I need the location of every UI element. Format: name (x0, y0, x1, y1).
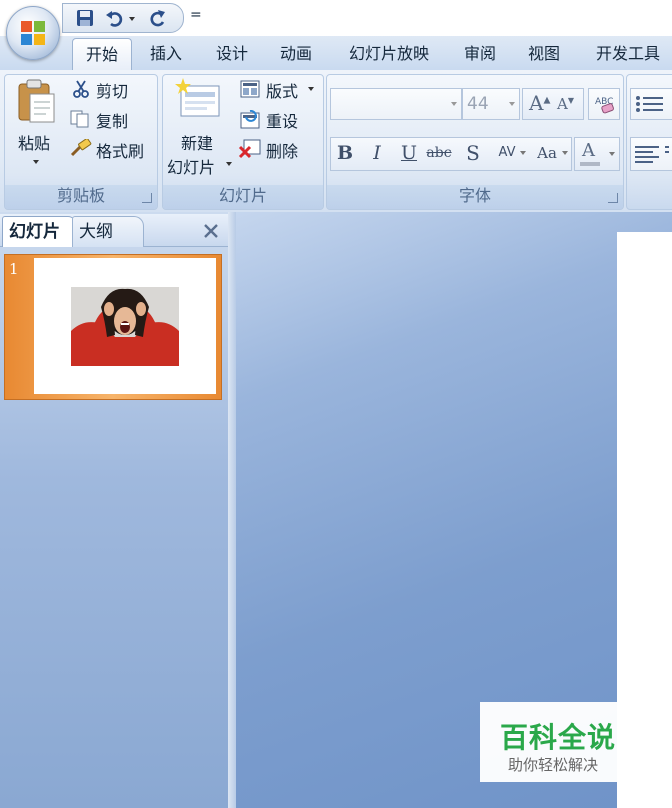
paste-icon[interactable] (16, 78, 58, 124)
text-shadow-button[interactable]: S (460, 139, 486, 167)
watermark-title: 百科全说 (500, 721, 617, 754)
current-slide[interactable] (617, 232, 672, 808)
tab-review[interactable]: 审阅 (452, 38, 508, 70)
new-slide-icon[interactable] (175, 78, 221, 120)
clipboard-group-label: 剪贴板 (5, 185, 157, 209)
bold-button[interactable]: B (332, 139, 358, 167)
watermark-subtitle: 助你轻松解决 (508, 756, 599, 774)
character-spacing-button[interactable]: AV (490, 139, 524, 167)
clear-formatting-icon: ABC (595, 97, 614, 114)
tab-slides[interactable]: 幻灯片 (2, 216, 76, 247)
undo-dropdown-icon[interactable] (127, 8, 137, 28)
slides-group-label: 幻灯片 (163, 185, 323, 209)
tab-view[interactable]: 视图 (516, 38, 572, 70)
delete-slide-icon[interactable] (238, 139, 262, 159)
format-painter-button[interactable]: 格式刷 (96, 138, 144, 162)
quick-access-more-icon[interactable]: = (190, 7, 202, 23)
pane-splitter[interactable] (228, 212, 236, 808)
clear-formatting-button[interactable]: ABC (588, 88, 620, 120)
change-case-button[interactable]: Aa (532, 139, 562, 167)
font-size-dropdown-icon[interactable] (509, 102, 515, 106)
font-color-dropdown-icon[interactable] (609, 152, 615, 156)
delete-slide-button[interactable]: 删除 (266, 138, 298, 162)
quick-access-toolbar (62, 3, 184, 33)
tab-developer[interactable]: 开发工具 (584, 38, 672, 70)
reset-button[interactable]: 重设 (266, 108, 298, 132)
layout-dropdown-icon[interactable] (308, 87, 314, 91)
change-case-dropdown-icon[interactable] (562, 151, 568, 155)
font-color-swatch (580, 162, 600, 166)
save-icon[interactable] (75, 8, 95, 28)
tab-outline[interactable]: 大纲 (72, 216, 144, 247)
close-pane-icon[interactable] (200, 220, 222, 242)
tab-insert[interactable]: 插入 (138, 38, 194, 70)
font-size-combobox[interactable]: 44 (462, 88, 520, 120)
clipboard-dialog-launcher-icon[interactable] (142, 193, 152, 203)
strikethrough-button[interactable]: abc (426, 139, 452, 167)
layout-button[interactable]: 版式 (266, 78, 298, 102)
tab-home[interactable]: 开始 (72, 38, 132, 71)
tab-slide-show[interactable]: 幻灯片放映 (334, 38, 444, 70)
font-name-dropdown-icon[interactable] (451, 102, 457, 106)
new-slide-label-line1[interactable]: 新建 (181, 130, 213, 154)
new-slide-button[interactable]: 幻灯片 (167, 154, 215, 178)
redo-icon[interactable] (147, 8, 167, 28)
office-logo-icon (21, 21, 45, 45)
font-color-icon: A (582, 140, 595, 161)
tab-design[interactable]: 设计 (204, 38, 260, 70)
watermark: 百科全说 助你轻松解决 (480, 702, 625, 782)
layout-icon[interactable] (240, 80, 260, 98)
slide-number: 1 (9, 260, 19, 278)
underline-button[interactable]: U (396, 139, 422, 167)
format-painter-icon[interactable] (70, 139, 92, 157)
grow-font-icon[interactable]: A▲ (529, 91, 550, 115)
copy-icon[interactable] (70, 110, 90, 128)
align-left-button[interactable] (630, 137, 672, 171)
copy-button[interactable]: 复制 (96, 108, 128, 132)
italic-button[interactable]: I (364, 139, 390, 167)
bullets-icon (636, 96, 663, 112)
align-left-icon (635, 146, 669, 163)
undo-icon[interactable] (105, 8, 125, 28)
cut-button[interactable]: 剪切 (96, 78, 128, 102)
office-button[interactable] (6, 6, 60, 60)
paste-button[interactable]: 粘贴 (18, 130, 50, 154)
tab-animation[interactable]: 动画 (268, 38, 324, 70)
font-size-buttons: A▲ A▼ (522, 88, 584, 120)
font-dialog-launcher-icon[interactable] (608, 193, 618, 203)
character-spacing-dropdown-icon[interactable] (520, 151, 526, 155)
shrink-font-icon[interactable]: A▼ (557, 95, 574, 113)
font-size-value: 44 (467, 94, 489, 114)
font-name-combobox[interactable] (330, 88, 462, 120)
new-slide-dropdown-icon[interactable] (226, 162, 232, 166)
bullets-button[interactable] (630, 88, 672, 120)
cut-icon[interactable] (72, 80, 90, 98)
font-color-button[interactable]: A (574, 137, 620, 171)
thumbnail-photo-screaming-woman (71, 287, 179, 366)
reset-icon[interactable] (240, 110, 262, 130)
font-group-label: 字体 (327, 185, 623, 209)
paste-dropdown-icon[interactable] (33, 160, 39, 164)
